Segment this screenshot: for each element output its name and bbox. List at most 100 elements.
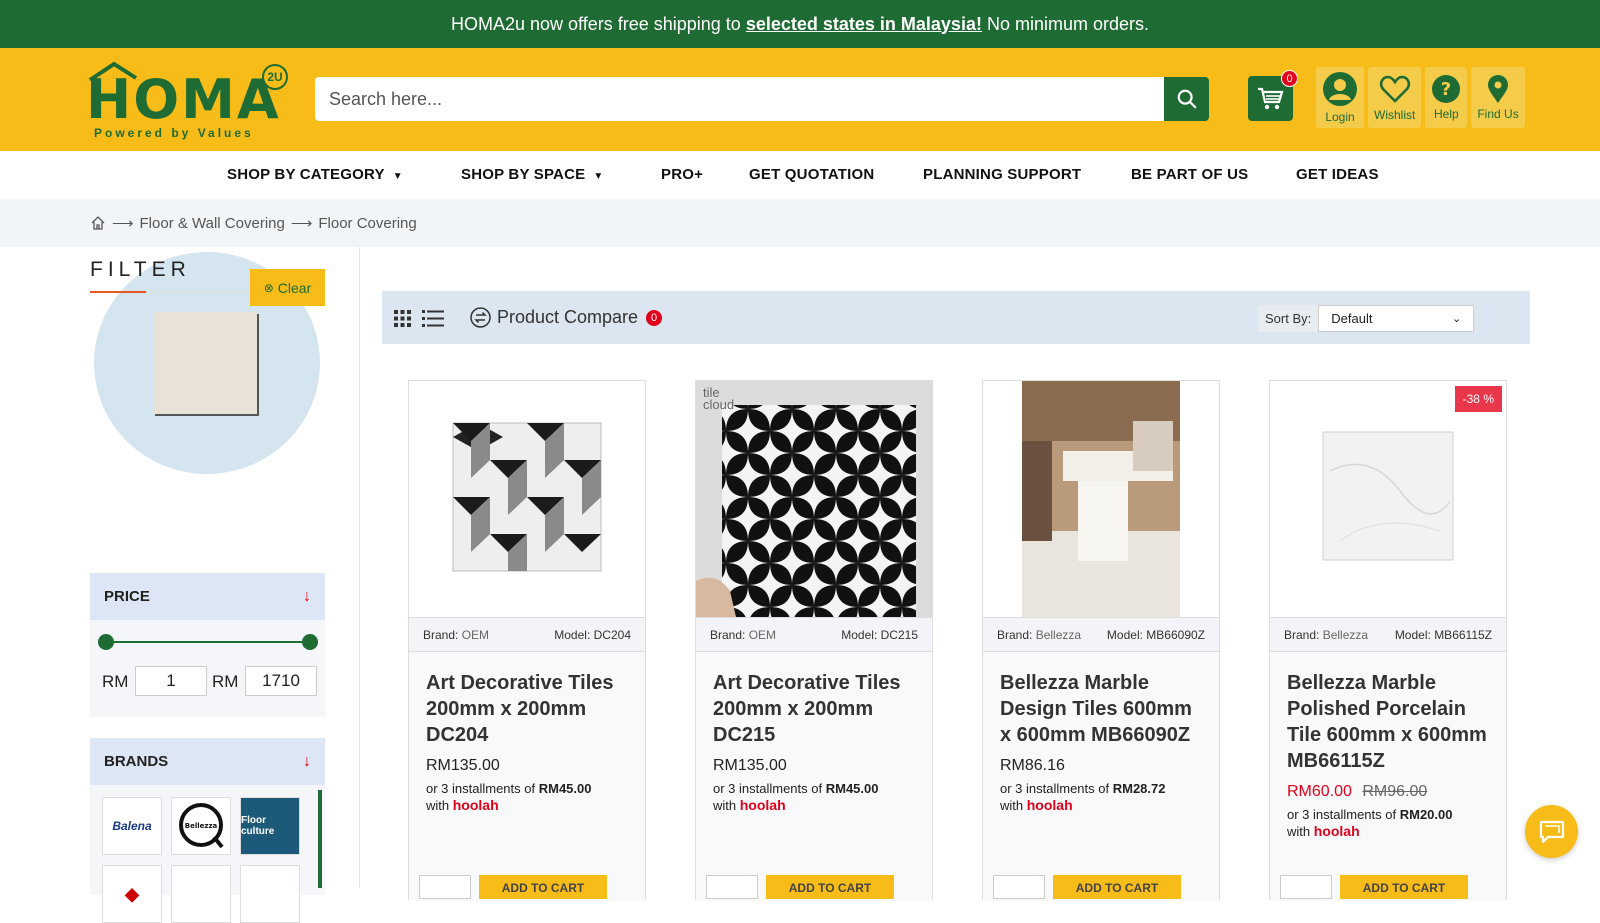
user-icon <box>1323 72 1357 106</box>
compare-label: Product Compare <box>497 307 639 327</box>
price-slider[interactable] <box>98 634 318 650</box>
logo-text: HOMA <box>86 68 281 131</box>
product-image[interactable]: -38 % <box>1270 381 1506 617</box>
brand-value[interactable]: OEM <box>462 628 489 642</box>
brand-logo-floor-culture[interactable]: Floor culture <box>240 797 300 855</box>
model-label: Model: <box>1106 627 1143 642</box>
add-to-cart-button[interactable]: ADD TO CART <box>479 875 607 899</box>
brands-scrollbar[interactable] <box>318 790 322 888</box>
brand-logo-balena[interactable]: Balena <box>102 797 162 855</box>
product-compare-button[interactable]: Product Compare 0 <box>470 307 663 328</box>
product-meta: Brand: Bellezza Model: MB66090Z <box>983 617 1219 652</box>
model-info: Model: MB66115Z <box>1395 628 1492 642</box>
quantity-stepper[interactable] <box>706 875 758 899</box>
nav-be-part-of-us[interactable]: BE PART OF US <box>1131 166 1248 183</box>
nav-shop-by-category[interactable]: SHOP BY CATEGORY ▼ <box>227 166 403 183</box>
price-min-input[interactable]: 1 <box>135 666 207 696</box>
old-price: RM96.00 <box>1362 783 1428 800</box>
model-value: DC204 <box>593 627 631 642</box>
nav-get-ideas[interactable]: GET IDEAS <box>1296 166 1379 183</box>
nav-pro-plus[interactable]: PRO+ <box>661 166 703 183</box>
brand-value[interactable]: Bellezza <box>1323 628 1368 642</box>
slider-min-handle[interactable] <box>98 634 114 650</box>
card-actions: ADD TO CART <box>993 875 1181 899</box>
hoolah-logo: hoolah <box>1026 797 1073 813</box>
clear-filter-button[interactable]: ⊗ Clear <box>250 269 325 306</box>
wishlist-button[interactable]: Wishlist <box>1368 67 1422 128</box>
product-image[interactable] <box>983 381 1219 617</box>
product-meta: Brand: OEM Model: DC204 <box>409 617 645 652</box>
heart-icon <box>1379 75 1410 103</box>
product-image[interactable] <box>409 381 645 617</box>
brand-logo[interactable] <box>240 865 300 923</box>
breadcrumb-item[interactable]: Floor Covering <box>318 215 416 232</box>
brand-value[interactable]: OEM <box>749 628 776 642</box>
nav-get-quotation[interactable]: GET QUOTATION <box>749 166 874 183</box>
clear-icon: ⊗ <box>263 280 274 295</box>
add-to-cart-button[interactable]: ADD TO CART <box>766 875 894 899</box>
grid-view-icon[interactable] <box>394 310 411 327</box>
product-price: RM86.16 <box>1000 757 1065 774</box>
model-value: MB66090Z <box>1146 627 1205 642</box>
logo[interactable]: HOMA 2U Powered by Values <box>86 62 288 142</box>
add-to-cart-button[interactable]: ADD TO CART <box>1340 875 1468 899</box>
model-info: Model: DC215 <box>841 628 918 642</box>
installment-info: or 3 installments of RM45.00 with hoolah <box>426 780 628 814</box>
brand-logo-bellezza[interactable]: Bellezza <box>171 797 231 855</box>
sort-value: Default <box>1331 310 1373 326</box>
product-card[interactable]: Brand: OEM Model: DC204 Art Decorative T… <box>408 380 646 901</box>
search-button[interactable] <box>1164 77 1209 121</box>
product-card[interactable]: -38 % Brand: Bellezza Model: MB66115Z Be… <box>1269 380 1507 901</box>
caret-down-icon: ▼ <box>593 171 604 182</box>
product-title[interactable]: Bellezza Marble Polished Porcelain Tile … <box>1287 670 1489 774</box>
brands-panel-header[interactable]: BRANDS ↓ <box>90 738 325 785</box>
price-max-input[interactable]: 1710 <box>245 666 317 696</box>
logo-tagline: Powered by Values <box>94 126 254 140</box>
price-panel: RM 1 RM 1710 <box>90 620 325 717</box>
breadcrumb-item[interactable]: Floor & Wall Covering <box>140 215 285 232</box>
discount-badge: -38 % <box>1454 386 1502 412</box>
bellezza-logo: Bellezza <box>179 803 224 849</box>
add-to-cart-button[interactable]: ADD TO CART <box>1053 875 1181 899</box>
chat-button[interactable] <box>1525 805 1578 858</box>
product-image[interactable]: tile cloud <box>696 381 932 617</box>
announcement-link[interactable]: selected states in Malaysia! <box>746 14 982 35</box>
quantity-stepper[interactable] <box>419 875 471 899</box>
price-heading: PRICE <box>104 588 150 605</box>
price-panel-header[interactable]: PRICE ↓ <box>90 573 325 620</box>
find-us-button[interactable]: Find Us <box>1471 67 1525 128</box>
list-view-icon[interactable] <box>422 310 444 327</box>
cube-tile-image <box>409 381 645 617</box>
product-card[interactable]: Brand: Bellezza Model: MB66090Z Bellezza… <box>982 380 1220 901</box>
quantity-stepper[interactable] <box>993 875 1045 899</box>
brands-heading: BRANDS <box>104 753 169 770</box>
brand-info: Brand: OEM <box>423 628 489 642</box>
nav-shop-by-space[interactable]: SHOP BY SPACE ▼ <box>461 166 603 183</box>
installment-info: or 3 installments of RM20.00 with hoolah <box>1287 806 1489 840</box>
brand-logo[interactable]: ◆ <box>102 865 162 923</box>
product-title[interactable]: Bellezza Marble Design Tiles 600mm x 600… <box>1000 670 1202 748</box>
model-label: Model: <box>554 627 591 642</box>
brand-logo[interactable] <box>171 865 231 923</box>
search-icon <box>1177 89 1196 109</box>
logo-badge: 2U <box>262 64 288 90</box>
product-card[interactable]: tile cloud Brand: OEM Model: DC215 Art D… <box>695 380 933 901</box>
nav-planning-support[interactable]: PLANNING SUPPORT <box>923 166 1081 183</box>
sale-price: RM60.00 <box>1287 783 1352 800</box>
model-info: Model: DC204 <box>554 628 631 642</box>
quantity-stepper[interactable] <box>1280 875 1332 899</box>
product-title[interactable]: Art Decorative Tiles 200mm x 200mm DC215 <box>713 670 915 748</box>
help-button[interactable]: ? Help <box>1425 67 1468 128</box>
brand-value[interactable]: Bellezza <box>1036 628 1081 642</box>
home-icon[interactable] <box>90 215 106 231</box>
login-button[interactable]: Login <box>1316 67 1364 128</box>
find-us-label: Find Us <box>1477 107 1519 121</box>
model-value: DC215 <box>880 627 918 642</box>
hoolah-logo: hoolah <box>452 797 499 813</box>
slider-max-handle[interactable] <box>302 634 318 650</box>
search-input[interactable]: Search here... <box>315 77 1165 121</box>
product-title[interactable]: Art Decorative Tiles 200mm x 200mm DC204 <box>426 670 628 748</box>
model-label: Model: <box>1394 627 1431 642</box>
sort-select[interactable]: Default ⌄ <box>1318 304 1475 332</box>
arrow-down-icon: ↓ <box>303 587 311 605</box>
